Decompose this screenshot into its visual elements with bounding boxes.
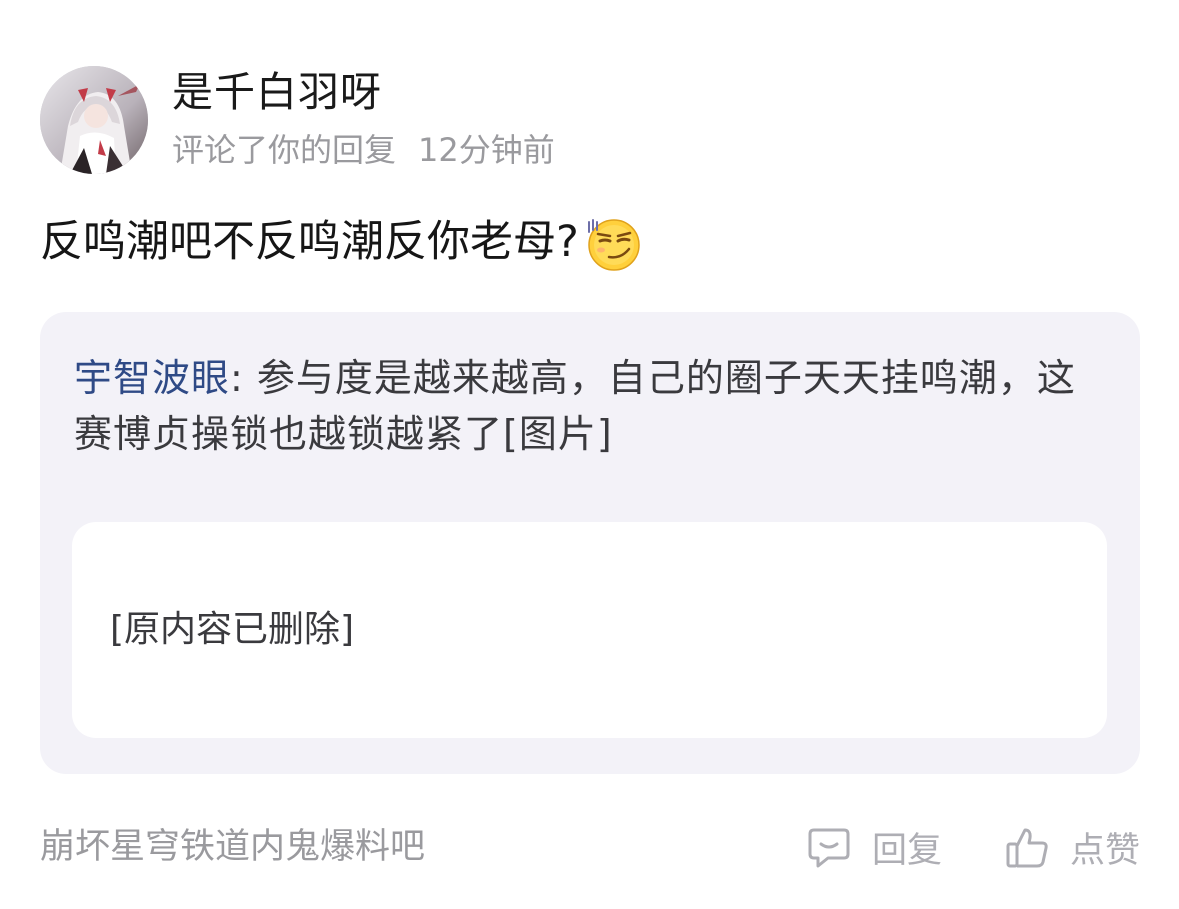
quoted-separator: :: [230, 356, 257, 400]
quoted-reply-card[interactable]: 宇智波眼: 参与度是越来越高，自己的圈子天天挂鸣潮，这赛博贞操锁也越锁越紧了[图…: [40, 312, 1140, 774]
deleted-content-label: [原内容已删除]: [110, 609, 355, 650]
original-post-box[interactable]: [原内容已删除]: [72, 522, 1107, 738]
quoted-reply-text: 宇智波眼: 参与度是越来越高，自己的圈子天天挂鸣潮，这赛博贞操锁也越锁越紧了[图…: [74, 350, 1114, 462]
quoted-author[interactable]: 宇智波眼: [74, 356, 230, 400]
comment-text: 反鸣潮吧不反鸣潮反你老母?: [40, 217, 579, 267]
chat-bubble-icon: [806, 824, 852, 870]
anime-avatar-icon: [40, 66, 148, 174]
forum-name[interactable]: 崩坏星穹铁道内鬼爆料吧: [40, 822, 425, 872]
timestamp: 12分钟前: [418, 131, 555, 169]
smirk-emoji-icon: [583, 212, 643, 272]
like-label: 点赞: [1070, 830, 1141, 871]
reply-label: 回复: [872, 830, 943, 871]
notification-meta: 评论了你的回复 12分钟前: [172, 128, 555, 172]
like-button[interactable]: 点赞: [1004, 820, 1140, 874]
avatar[interactable]: [40, 66, 148, 174]
username[interactable]: 是千白羽呀: [172, 64, 382, 120]
comment-body[interactable]: 反鸣潮吧不反鸣潮反你老母?: [40, 210, 643, 274]
action-text: 评论了你的回复: [172, 131, 397, 169]
notification-item[interactable]: 是千白羽呀 评论了你的回复 12分钟前 反鸣潮吧不反鸣潮反你老母? 宇智波眼: 参…: [0, 0, 1179, 909]
thumbs-up-icon: [1004, 824, 1050, 870]
reply-button[interactable]: 回复: [806, 820, 942, 874]
